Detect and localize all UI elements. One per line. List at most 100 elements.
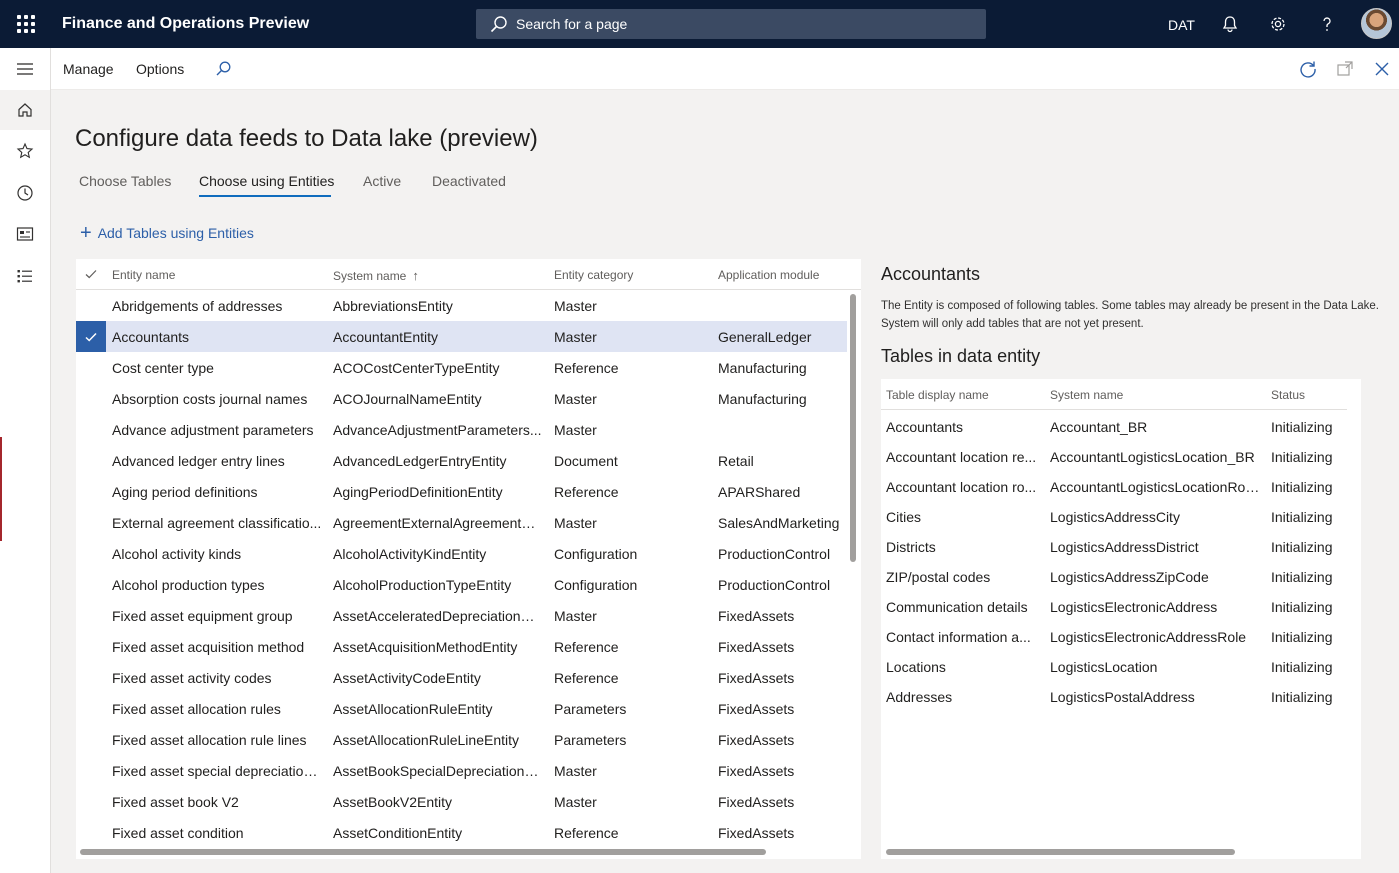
options-menu[interactable]: Options <box>136 61 184 77</box>
horizontal-scrollbar[interactable] <box>886 849 1235 855</box>
table-row[interactable]: Contact information a... LogisticsElectro… <box>881 621 1347 651</box>
tab-deactivated[interactable]: Deactivated <box>432 173 506 189</box>
cell-application-module: FixedAssets <box>718 670 795 686</box>
cell-entity-name: External agreement classificatio... <box>112 515 322 531</box>
table-row[interactable]: Fixed asset activity codes AssetActivityC… <box>76 662 847 693</box>
table-row[interactable]: Fixed asset acquisition method AssetAcqui… <box>76 631 847 662</box>
avatar[interactable] <box>1361 8 1392 39</box>
app-title[interactable]: Finance and Operations Preview <box>62 15 309 33</box>
table-row[interactable]: Alcohol production types AlcoholProductio… <box>76 569 847 600</box>
header-system-name[interactable]: System name ↑ <box>333 268 419 283</box>
header-application-module[interactable]: Application module <box>718 268 819 282</box>
header-entity-category[interactable]: Entity category <box>554 268 633 282</box>
table-row[interactable]: Absorption costs journal names ACOJournal… <box>76 383 847 414</box>
cell-table-display-name: Addresses <box>886 689 953 705</box>
cell-system-name: AdvanceAdjustmentParameters... <box>333 422 542 438</box>
row-checkmark-icon[interactable] <box>76 321 106 352</box>
table-row[interactable]: Fixed asset book V2 AssetBookV2Entity Mast… <box>76 786 847 817</box>
cell-application-module: FixedAssets <box>718 825 795 841</box>
workspace-icon[interactable] <box>0 214 50 254</box>
cell-entity-name: Accountants <box>112 329 190 345</box>
header-table-system-name[interactable]: System name <box>1050 388 1123 402</box>
tables-in-entity-heading: Tables in data entity <box>881 346 1041 366</box>
table-row[interactable]: Fixed asset allocation rules AssetAllocat… <box>76 693 847 724</box>
home-icon[interactable] <box>0 90 50 130</box>
company-picker[interactable]: DAT <box>1168 17 1195 33</box>
cell-entity-name: Fixed asset condition <box>112 825 244 841</box>
help-icon[interactable] <box>1317 14 1337 34</box>
table-row[interactable]: Fixed asset special depreciation ... Asse… <box>76 755 847 786</box>
hamburger-icon[interactable] <box>0 49 50 89</box>
cell-system-name: AssetBookV2Entity <box>333 794 453 810</box>
select-all-checkbox[interactable] <box>84 267 98 286</box>
table-row[interactable]: Fixed asset equipment group AssetAccelera… <box>76 600 847 631</box>
cell-entity-category: Configuration <box>554 546 638 562</box>
table-row[interactable]: Abridgements of addresses AbbreviationsEn… <box>76 290 847 321</box>
cell-entity-name: Alcohol activity kinds <box>112 546 242 562</box>
cell-system-name: AssetActivityCodeEntity <box>333 670 481 686</box>
table-row[interactable]: Addresses LogisticsPostalAddress Initializ… <box>881 681 1347 711</box>
search-icon[interactable] <box>213 59 233 79</box>
star-icon[interactable] <box>0 131 50 171</box>
clock-icon[interactable] <box>0 173 50 213</box>
table-row[interactable]: Alcohol activity kinds AlcoholActivityKin… <box>76 538 847 569</box>
table-row[interactable]: Cost center type ACOCostCenterTypeEntity R… <box>76 352 847 383</box>
table-row[interactable]: Communication details LogisticsElectronic… <box>881 591 1347 621</box>
cell-table-display-name: Communication details <box>886 599 1028 615</box>
horizontal-scrollbar[interactable] <box>80 849 766 855</box>
cell-table-system-name: LogisticsPostalAddress <box>1050 689 1195 705</box>
table-row[interactable]: Accountants Accountant_BR Initializing <box>881 411 1347 441</box>
add-tables-using-entities-button[interactable]: + Add Tables using Entities <box>80 223 254 243</box>
manage-menu[interactable]: Manage <box>63 61 114 77</box>
table-row[interactable]: ZIP/postal codes LogisticsAddressZipCode I… <box>881 561 1347 591</box>
cell-application-module: FixedAssets <box>718 763 795 779</box>
cell-table-system-name: LogisticsAddressCity <box>1050 509 1180 525</box>
table-row[interactable]: Accountant location ro... AccountantLogis… <box>881 471 1347 501</box>
entity-grid: Entity name System name ↑ Entity category… <box>76 259 861 859</box>
table-row[interactable]: Fixed asset condition AssetConditionEntit… <box>76 817 847 848</box>
gear-icon[interactable] <box>1268 14 1288 34</box>
cell-table-system-name: AccountantLogisticsLocation_BR <box>1050 449 1255 465</box>
global-search[interactable] <box>476 9 986 39</box>
cell-application-module: ProductionControl <box>718 577 831 593</box>
cell-entity-category: Master <box>554 794 597 810</box>
cell-system-name: ACOJournalNameEntity <box>333 391 482 407</box>
cell-entity-name: Alcohol production types <box>112 577 265 593</box>
tab-choose-using-entities[interactable]: Choose using Entities <box>199 173 334 189</box>
open-new-icon[interactable] <box>1335 59 1355 79</box>
tab-choose-tables[interactable]: Choose Tables <box>79 173 171 189</box>
table-row[interactable]: Fixed asset allocation rule lines AssetAl… <box>76 724 847 755</box>
table-row[interactable]: Locations LogisticsLocation Initializing <box>881 651 1347 681</box>
header-table-display-name[interactable]: Table display name <box>886 388 989 402</box>
cell-status: Initializing <box>1271 509 1333 525</box>
modules-icon[interactable] <box>0 256 50 296</box>
cell-status: Initializing <box>1271 599 1333 615</box>
vertical-scrollbar[interactable] <box>850 294 856 562</box>
table-row[interactable]: External agreement classificatio... Agree… <box>76 507 847 538</box>
search-input[interactable] <box>516 16 956 32</box>
table-row[interactable]: Aging period definitions AgingPeriodDefin… <box>76 476 847 507</box>
cell-application-module: APARShared <box>718 484 801 500</box>
cell-entity-name: Fixed asset equipment group <box>112 608 293 624</box>
waffle-icon[interactable] <box>16 14 36 34</box>
cell-table-system-name: LogisticsAddressZipCode <box>1050 569 1209 585</box>
table-row[interactable]: Advanced ledger entry lines AdvancedLedge… <box>76 445 847 476</box>
top-bar: Finance and Operations Preview DAT <box>0 0 1399 48</box>
table-row[interactable]: Advance adjustment parameters AdvanceAdju… <box>76 414 847 445</box>
table-row[interactable]: Accountants AccountantEntity Master General… <box>76 321 847 352</box>
header-status[interactable]: Status <box>1271 388 1305 402</box>
table-row[interactable]: Cities LogisticsAddressCity Initializing <box>881 501 1347 531</box>
table-row[interactable]: Districts LogisticsAddressDistrict Initial… <box>881 531 1347 561</box>
refresh-icon[interactable] <box>1298 59 1318 79</box>
cell-system-name: AgingPeriodDefinitionEntity <box>333 484 503 500</box>
table-row[interactable]: Accountant location re... AccountantLogis… <box>881 441 1347 471</box>
tab-active[interactable]: Active <box>363 173 401 189</box>
bell-icon[interactable] <box>1220 14 1240 34</box>
cell-table-display-name: Contact information a... <box>886 629 1031 645</box>
cell-entity-name: Fixed asset special depreciation ... <box>112 763 322 779</box>
cell-entity-name: Cost center type <box>112 360 214 376</box>
cell-system-name: AlcoholProductionTypeEntity <box>333 577 512 593</box>
header-entity-name[interactable]: Entity name <box>112 268 175 282</box>
close-icon[interactable] <box>1372 59 1392 79</box>
cell-system-name: AbbreviationsEntity <box>333 298 453 314</box>
